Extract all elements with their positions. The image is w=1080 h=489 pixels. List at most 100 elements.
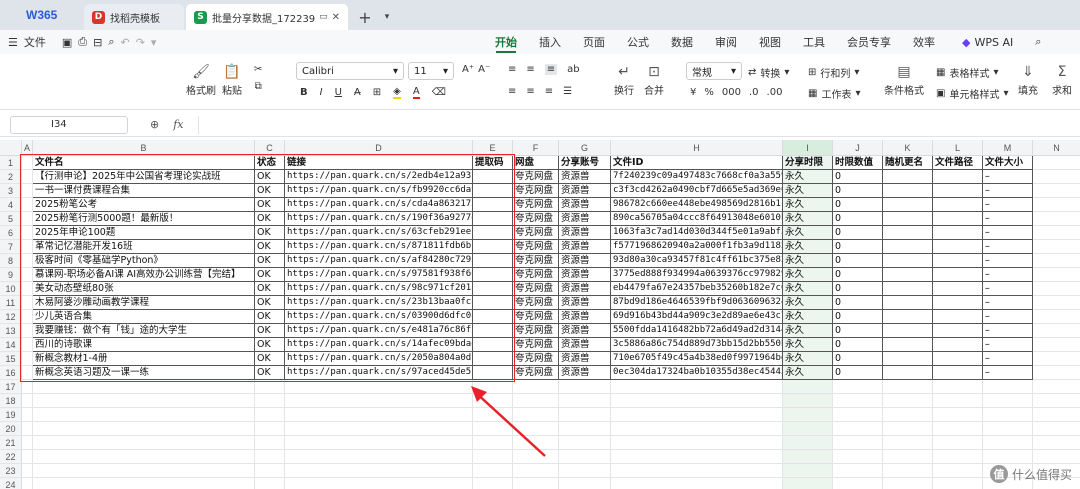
empty-cell[interactable]: [473, 380, 513, 394]
table-cell[interactable]: [933, 310, 983, 324]
table-cell[interactable]: [473, 296, 513, 310]
empty-cell[interactable]: [883, 464, 933, 478]
fx-icon[interactable]: fx: [173, 118, 183, 131]
empty-cell[interactable]: [22, 408, 33, 422]
empty-cell[interactable]: [1033, 366, 1080, 380]
tab-spreadsheet[interactable]: S 批量分享数据_1722396579.xl ▭ ✕: [186, 4, 348, 30]
empty-cell[interactable]: [22, 212, 33, 226]
table-cell[interactable]: –: [983, 254, 1033, 268]
empty-cell[interactable]: [513, 436, 559, 450]
table-cell[interactable]: OK: [255, 226, 285, 240]
empty-cell[interactable]: [933, 394, 983, 408]
table-cell[interactable]: 永久: [783, 296, 833, 310]
empty-cell[interactable]: [983, 394, 1033, 408]
empty-cell[interactable]: [285, 422, 473, 436]
table-cell[interactable]: 0: [833, 184, 883, 198]
table-cell[interactable]: https://pan.quark.cn/s/97aced45de5f: [285, 366, 473, 380]
row-header[interactable]: 21: [0, 436, 22, 450]
table-cell[interactable]: 资源兽: [559, 296, 611, 310]
empty-cell[interactable]: [513, 380, 559, 394]
table-cell[interactable]: 0: [833, 352, 883, 366]
table-cell[interactable]: 986782c660ee448ebe498569d2816b1c: [611, 198, 783, 212]
empty-cell[interactable]: [1033, 310, 1080, 324]
table-cell[interactable]: 夸克网盘: [513, 226, 559, 240]
bold-icon[interactable]: B: [300, 87, 308, 98]
cut-icon[interactable]: ✂: [254, 64, 262, 75]
table-cell[interactable]: [473, 212, 513, 226]
table-cell[interactable]: OK: [255, 212, 285, 226]
table-cell[interactable]: 永久: [783, 254, 833, 268]
table-cell[interactable]: [883, 254, 933, 268]
empty-cell[interactable]: [22, 156, 33, 170]
table-cell[interactable]: 美女动态壁纸80张: [33, 282, 255, 296]
merge-button[interactable]: ⊡ 合并: [644, 62, 664, 97]
empty-cell[interactable]: [22, 254, 33, 268]
column-header-e[interactable]: E: [473, 140, 513, 156]
empty-cell[interactable]: [513, 408, 559, 422]
empty-cell[interactable]: [833, 394, 883, 408]
strikethrough-icon[interactable]: A̶: [354, 87, 361, 98]
table-cell[interactable]: OK: [255, 282, 285, 296]
empty-cell[interactable]: [983, 422, 1033, 436]
table-cell[interactable]: 0: [833, 296, 883, 310]
empty-cell[interactable]: [285, 436, 473, 450]
table-cell[interactable]: 资源兽: [559, 212, 611, 226]
row-header[interactable]: 14: [0, 338, 22, 352]
column-header-l[interactable]: L: [933, 140, 983, 156]
empty-cell[interactable]: [559, 380, 611, 394]
italic-icon[interactable]: I: [320, 87, 323, 98]
empty-cell[interactable]: [513, 422, 559, 436]
table-cell[interactable]: 0: [833, 324, 883, 338]
empty-cell[interactable]: [783, 450, 833, 464]
empty-cell[interactable]: [1033, 226, 1080, 240]
table-cell[interactable]: [933, 212, 983, 226]
table-cell[interactable]: 永久: [783, 240, 833, 254]
table-cell[interactable]: OK: [255, 198, 285, 212]
empty-cell[interactable]: [559, 464, 611, 478]
table-cell[interactable]: [933, 254, 983, 268]
table-cell[interactable]: https://pan.quark.cn/s/fb9920cc6da9: [285, 184, 473, 198]
table-cell[interactable]: eb4479fa67e24357beb35260b182e7c6: [611, 282, 783, 296]
column-header-f[interactable]: F: [513, 140, 559, 156]
table-cell[interactable]: [933, 184, 983, 198]
empty-cell[interactable]: [513, 464, 559, 478]
empty-cell[interactable]: [473, 478, 513, 489]
border-icon[interactable]: ⊞: [373, 87, 381, 98]
empty-cell[interactable]: [285, 450, 473, 464]
format-painter-button[interactable]: 🖌 格式刷: [186, 62, 216, 97]
align-bottom-icon[interactable]: ≡: [544, 64, 558, 75]
column-header-b[interactable]: B: [33, 140, 255, 156]
cell-style-button[interactable]: ▣ 单元格样式 ▾: [936, 86, 1008, 101]
table-cell[interactable]: 夸克网盘: [513, 352, 559, 366]
table-cell[interactable]: https://pan.quark.cn/s/14afec09bdae: [285, 338, 473, 352]
table-cell[interactable]: –: [983, 324, 1033, 338]
table-cell[interactable]: [883, 184, 933, 198]
preview-icon[interactable]: ⌕: [108, 35, 114, 49]
table-cell[interactable]: –: [983, 226, 1033, 240]
tab-insert[interactable]: 插入: [528, 30, 572, 54]
table-cell[interactable]: 夸克网盘: [513, 310, 559, 324]
column-header-m[interactable]: M: [983, 140, 1033, 156]
row-header[interactable]: 1: [0, 156, 22, 170]
empty-cell[interactable]: [285, 464, 473, 478]
table-cell[interactable]: 永久: [783, 352, 833, 366]
table-cell[interactable]: [883, 366, 933, 380]
empty-cell[interactable]: [22, 422, 33, 436]
table-cell[interactable]: 资源兽: [559, 226, 611, 240]
table-cell[interactable]: c3f3cd4262a0490cbf7d665e5ad369e6: [611, 184, 783, 198]
empty-cell[interactable]: [883, 436, 933, 450]
table-cell[interactable]: 革常记忆潜能开发16班: [33, 240, 255, 254]
table-cell[interactable]: [933, 366, 983, 380]
align-middle-icon[interactable]: ≡: [526, 64, 534, 75]
tab-efficiency[interactable]: 效率: [902, 30, 946, 54]
row-header[interactable]: 7: [0, 240, 22, 254]
table-cell[interactable]: [933, 268, 983, 282]
wps-ai-button[interactable]: ◆ WPS AI: [946, 30, 1024, 54]
table-cell[interactable]: 资源兽: [559, 324, 611, 338]
empty-cell[interactable]: [255, 408, 285, 422]
table-cell[interactable]: 夸克网盘: [513, 198, 559, 212]
underline-icon[interactable]: U: [335, 87, 342, 98]
table-cell[interactable]: 1063fa3c7ad14d030d344f5e01a9abf3: [611, 226, 783, 240]
empty-cell[interactable]: [513, 478, 559, 489]
table-cell[interactable]: [883, 338, 933, 352]
